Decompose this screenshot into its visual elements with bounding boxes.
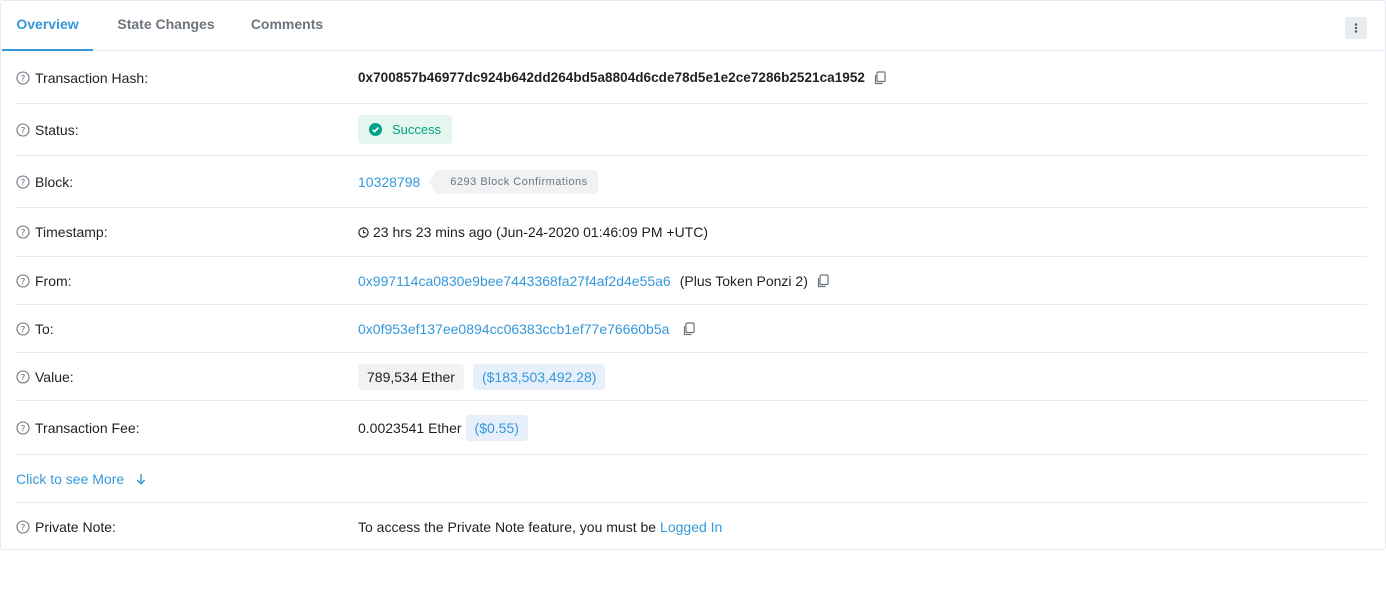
svg-text:?: ? <box>21 277 26 287</box>
row-from: ? From: 0x997114ca0830e9bee7443368fa27f4… <box>16 257 1367 305</box>
value-usd-badge: ($183,503,492.28) <box>472 363 606 390</box>
private-note-label: Private Note: <box>35 519 116 535</box>
copy-icon[interactable] <box>816 273 829 288</box>
question-icon[interactable]: ? <box>16 321 30 336</box>
row-status: ? Status: Success <box>16 104 1367 156</box>
fee-usd-badge: ($0.55) <box>465 414 528 441</box>
more-options-button[interactable] <box>1345 17 1367 39</box>
value-ether-badge: 789,534 Ether <box>358 363 464 390</box>
transaction-hash-label: Transaction Hash: <box>35 69 149 86</box>
from-address-link[interactable]: 0x997114ca0830e9bee7443368fa27f4af2d4e55… <box>358 273 671 289</box>
block-confirmations-badge: 6293 Block Confirmations <box>429 169 598 194</box>
svg-text:?: ? <box>21 523 26 533</box>
tab-bar: Overview State Changes Comments <box>1 1 1385 51</box>
svg-text:?: ? <box>21 228 26 238</box>
question-icon[interactable]: ? <box>16 122 30 137</box>
row-transaction-hash: ? Transaction Hash: 0x700857b46977dc924b… <box>16 52 1367 104</box>
transaction-fee-label: Transaction Fee: <box>35 419 140 436</box>
row-see-more: Click to see More <box>16 455 1367 503</box>
tab-overview[interactable]: Overview <box>2 1 93 51</box>
row-private-note: ? Private Note: To access the Private No… <box>16 503 1367 551</box>
tab-comments[interactable]: Comments <box>247 1 327 51</box>
question-icon[interactable]: ? <box>16 420 30 435</box>
tab-state-changes[interactable]: State Changes <box>114 1 218 51</box>
svg-text:?: ? <box>21 74 26 84</box>
copy-icon[interactable] <box>873 70 886 85</box>
svg-text:?: ? <box>21 126 26 136</box>
see-more-link[interactable]: Click to see More <box>16 471 146 487</box>
row-block: ? Block: 10328798 6293 Block Confirmatio… <box>16 156 1367 208</box>
clock-icon <box>358 226 369 238</box>
check-circle-icon <box>369 123 387 136</box>
block-label: Block: <box>35 173 74 190</box>
svg-text:?: ? <box>21 325 26 335</box>
from-label: From: <box>35 272 72 289</box>
question-icon[interactable]: ? <box>16 174 30 189</box>
see-more-label: Click to see More <box>16 470 125 487</box>
svg-text:?: ? <box>21 178 26 188</box>
transaction-hash-value: 0x700857b46977dc924b642dd264bd5a8804d6cd… <box>358 70 865 85</box>
from-name-tag: (Plus Token Ponzi 2) <box>679 272 808 289</box>
fee-ether-value: 0.0023541 Ether <box>358 419 462 436</box>
status-badge: Success <box>358 115 453 144</box>
status-label: Status: <box>35 121 79 138</box>
arrow-down-icon <box>136 473 146 485</box>
logged-in-link[interactable]: Logged In <box>660 519 722 535</box>
more-vertical-icon <box>1354 20 1358 36</box>
timestamp-value: 23 hrs 23 mins ago (Jun-24-2020 01:46:09… <box>373 224 709 240</box>
svg-text:?: ? <box>21 424 26 434</box>
status-value: Success <box>392 122 442 137</box>
row-transaction-fee: ? Transaction Fee: 0.0023541 Ether ($0.5… <box>16 401 1367 455</box>
timestamp-label: Timestamp: <box>35 224 108 240</box>
svg-text:?: ? <box>21 373 26 383</box>
question-icon[interactable]: ? <box>16 520 30 534</box>
question-icon[interactable]: ? <box>16 70 30 85</box>
question-icon[interactable]: ? <box>16 225 30 239</box>
question-icon[interactable]: ? <box>16 273 30 288</box>
transaction-details-card: Overview State Changes Comments ? Transa… <box>0 0 1386 550</box>
row-to: ? To: 0x0f953ef137ee0894cc06383ccb1ef77e… <box>16 305 1367 353</box>
to-label: To: <box>35 320 54 337</box>
copy-icon[interactable] <box>682 321 696 336</box>
value-label: Value: <box>35 368 74 385</box>
private-note-text: To access the Private Note feature, you … <box>358 519 657 535</box>
to-address-link[interactable]: 0x0f953ef137ee0894cc06383ccb1ef77e76660b… <box>358 321 669 337</box>
row-timestamp: ? Timestamp: 23 hrs 23 mins ago (Jun-24-… <box>16 208 1367 257</box>
question-icon[interactable]: ? <box>16 369 30 384</box>
block-number-link[interactable]: 10328798 <box>358 174 420 190</box>
row-value: ? Value: 789,534 Ether ($183,503,492.28) <box>16 353 1367 401</box>
